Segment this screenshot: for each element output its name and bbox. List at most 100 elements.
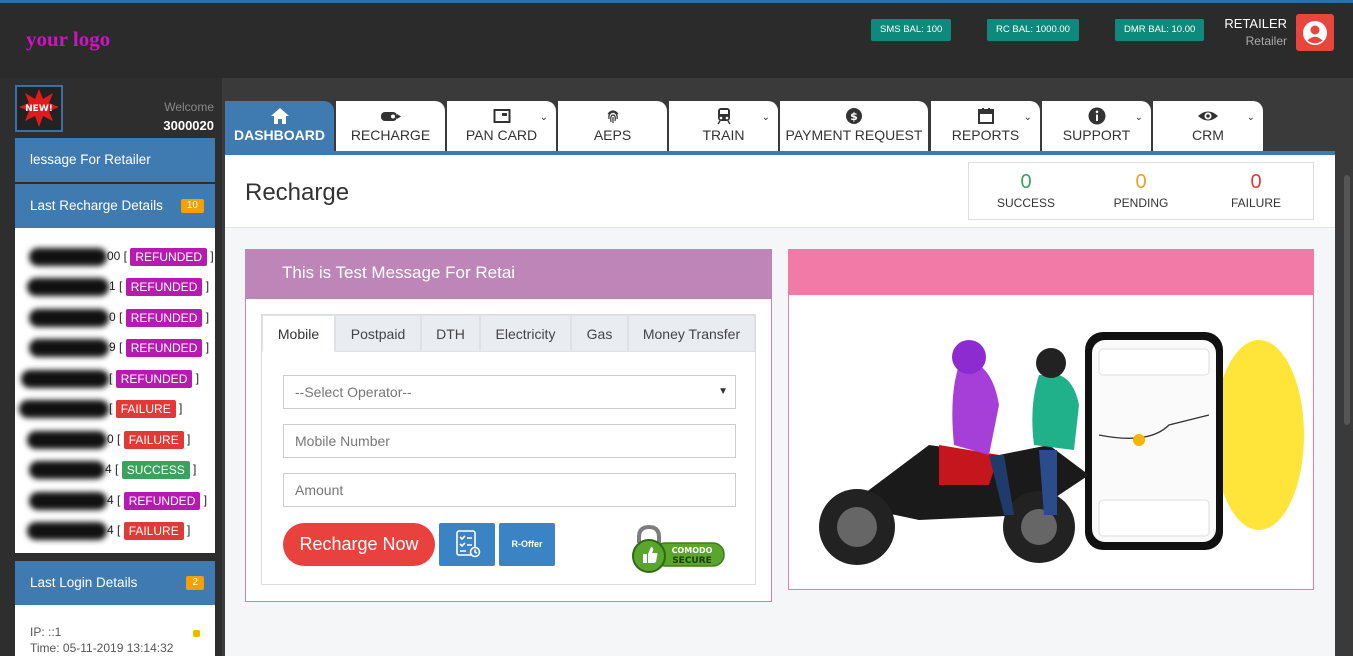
recharge-row[interactable]: 4 [ FAILURE ]: [15, 522, 190, 542]
recharge-suffix: [: [109, 401, 113, 416]
recharge-suffix: 0 [: [109, 310, 123, 325]
tab-label: PAYMENT REQUEST: [785, 127, 923, 143]
new-badge-text: NEW!: [25, 104, 53, 114]
tab-reports[interactable]: REPORTS ⌄: [931, 101, 1040, 151]
tab-recharge[interactable]: RECHARGE: [336, 101, 445, 151]
masked-number: [27, 522, 107, 540]
masked-number: [29, 309, 109, 327]
masked-number: [29, 339, 109, 357]
tab-aeps[interactable]: AEPS: [558, 101, 667, 151]
card-icon: [493, 109, 510, 123]
operator-select[interactable]: --Select Operator-- ▼: [283, 375, 736, 409]
stats-box: 0 SUCCESS 0 PENDING 0 FAILURE: [968, 162, 1314, 220]
status-badge: REFUNDED: [123, 492, 201, 510]
tab-train[interactable]: TRAIN ⌄: [669, 101, 778, 151]
new-badge-icon[interactable]: NEW!: [15, 85, 63, 132]
recharge-row[interactable]: 00 [ REFUNDED ]: [15, 248, 214, 268]
recharge-suffix: 4 [: [105, 462, 119, 477]
recharge-suffix: 1 [: [109, 279, 123, 294]
recharge-row[interactable]: 0 [ FAILURE ]: [15, 431, 190, 451]
r-offer-button[interactable]: R-Offer: [499, 523, 555, 566]
status-badge: REFUNDED: [125, 309, 203, 327]
status-badge: REFUNDED: [130, 248, 208, 266]
tab-electricity[interactable]: Electricity: [480, 315, 571, 352]
tab-payment-request[interactable]: $ PAYMENT REQUEST: [780, 101, 928, 151]
stat-label: PENDING: [1113, 196, 1169, 210]
page-header: Recharge 0 SUCCESS 0 PENDING 0 FAILURE: [225, 155, 1335, 228]
stat-label: SUCCESS: [996, 196, 1055, 210]
status-badge: FAILURE: [123, 431, 184, 449]
stat-label: FAILURE: [1230, 196, 1281, 210]
tab-crm[interactable]: CRM ⌄: [1153, 101, 1263, 151]
message-header[interactable]: lessage For Retailer: [15, 138, 215, 182]
status-badge: FAILURE: [123, 522, 184, 540]
operator-select-value: --Select Operator--: [295, 384, 412, 400]
recharge-row[interactable]: [ FAILURE ]: [15, 400, 182, 420]
dollar-icon: $: [846, 108, 862, 124]
dmr-balance-badge: DMR BAL: 10.00: [1115, 19, 1205, 41]
login-details-header[interactable]: Last Login Details 2: [15, 561, 215, 605]
tab-label: AEPS: [593, 127, 632, 143]
badge-text-top: COMODO: [672, 546, 713, 555]
user-role: Retailer: [1245, 34, 1287, 48]
tab-pan-card[interactable]: PAN CARD ⌄: [447, 101, 556, 151]
recharge-suffix: 9 [: [109, 340, 123, 355]
recharge-now-button[interactable]: Recharge Now: [283, 523, 435, 566]
recharge-row[interactable]: 0 [ REFUNDED ]: [15, 309, 209, 329]
home-icon: [270, 108, 289, 124]
tab-money-transfer[interactable]: Money Transfer: [628, 315, 755, 352]
login-count-badge: 2: [186, 576, 204, 590]
rc-balance-badge: RC BAL: 1000.00: [987, 19, 1079, 41]
recharge-suffix: [: [109, 371, 113, 386]
welcome-user-id: 3000020: [163, 118, 214, 133]
tab-dashboard[interactable]: DASHBOARD: [225, 101, 334, 151]
svg-text:$: $: [850, 110, 858, 123]
stat-pending: 0 PENDING: [1096, 171, 1186, 210]
tab-label: SUPPORT: [1062, 127, 1131, 143]
recharge-details-header[interactable]: Last Recharge Details 10: [15, 184, 215, 228]
mobile-number-input[interactable]: Mobile Number: [283, 424, 736, 458]
scrollbar-thumb[interactable]: [1344, 175, 1350, 425]
tab-gas[interactable]: Gas: [571, 315, 628, 352]
recharge-row[interactable]: 1 [ REFUNDED ]: [15, 278, 209, 298]
info-icon: [1088, 107, 1105, 125]
masked-number: [29, 492, 107, 510]
status-badge: REFUNDED: [125, 278, 203, 296]
page-title: Recharge: [245, 179, 350, 206]
welcome-label: Welcome: [164, 100, 214, 114]
masked-number: [27, 431, 107, 449]
user-avatar-icon[interactable]: [1296, 14, 1334, 51]
fingerprint-icon: [607, 110, 618, 123]
badge-text-bottom: SECURE: [672, 556, 712, 566]
comodo-secure-badge: COMODO SECURE: [630, 523, 728, 575]
login-details-label: Last Login Details: [30, 575, 138, 590]
recharge-icon: [380, 112, 401, 121]
tab-label: CRM: [1192, 127, 1224, 143]
stat-failure: 0 FAILURE: [1211, 171, 1301, 210]
masked-number: [27, 278, 109, 296]
plans-button[interactable]: [439, 523, 495, 566]
recharge-row[interactable]: 4 [ REFUNDED ]: [15, 492, 207, 512]
recharge-suffix: 0 [: [107, 432, 121, 447]
caret-down-icon: ▼: [718, 386, 728, 397]
tab-mobile[interactable]: Mobile: [262, 315, 335, 352]
recharge-row[interactable]: 4 [ SUCCESS ]: [15, 461, 196, 481]
recharge-row[interactable]: 9 [ REFUNDED ]: [15, 339, 209, 359]
main-content: Recharge 0 SUCCESS 0 PENDING 0 FAILURE T…: [225, 155, 1335, 656]
tab-dth[interactable]: DTH: [421, 315, 480, 352]
message-bar: This is Test Message For Retai: [246, 250, 771, 299]
tab-label: RECHARGE: [350, 127, 431, 143]
login-ip: IP: ::1: [30, 625, 62, 639]
tab-support[interactable]: SUPPORT ⌄: [1042, 101, 1151, 151]
brand-logo[interactable]: your logo: [26, 27, 110, 52]
promo-header-bar: [789, 250, 1313, 295]
calendar-icon: [977, 108, 994, 124]
recharge-suffix: 4 [: [107, 523, 121, 538]
chevron-down-icon: ⌄: [539, 112, 548, 123]
tab-postpaid[interactable]: Postpaid: [335, 315, 421, 352]
recharge-form: Mobile Postpaid DTH Electricity Gas Mone…: [261, 314, 756, 585]
amount-input[interactable]: Amount: [283, 473, 736, 507]
recharge-row[interactable]: [ REFUNDED ]: [15, 370, 199, 390]
recharge-suffix: 4 [: [107, 493, 121, 508]
masked-number: [29, 461, 105, 479]
